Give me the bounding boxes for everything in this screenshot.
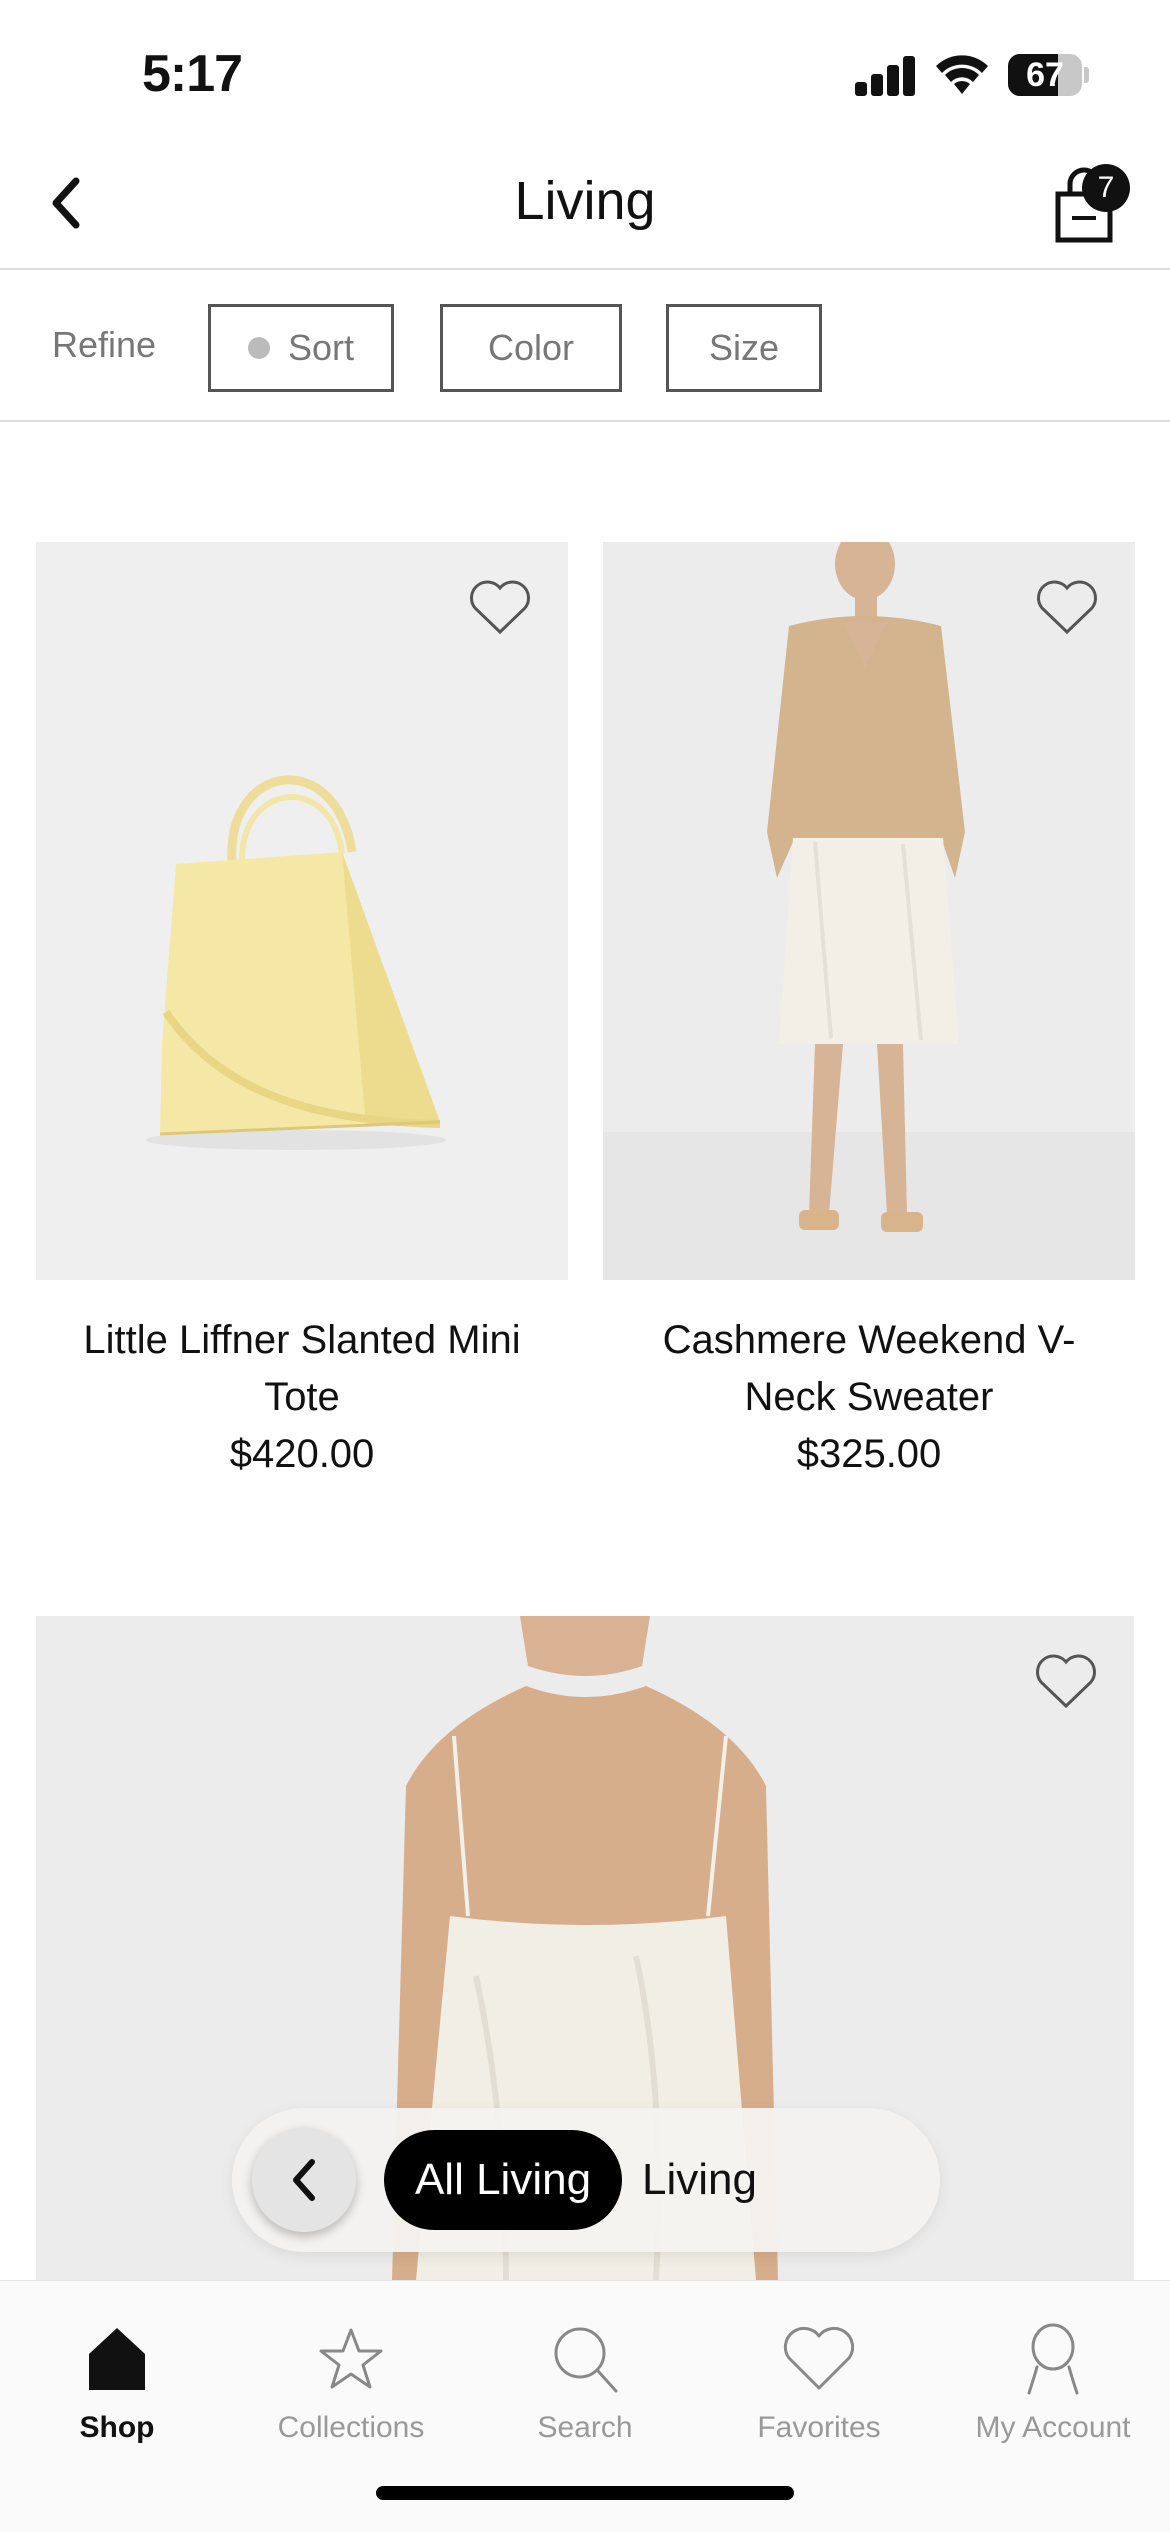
refine-bar: Refine Sort Color Size bbox=[0, 272, 1170, 422]
tab-search[interactable]: Search bbox=[468, 2301, 702, 2451]
tab-label: Shop bbox=[79, 2411, 155, 2444]
tab-my-account[interactable]: My Account bbox=[936, 2301, 1170, 2451]
chip-all-living[interactable]: All Living bbox=[384, 2130, 622, 2230]
product-name[interactable]: Little Liffner Slanted Mini Tote bbox=[36, 1312, 568, 1426]
chip-living[interactable]: Living bbox=[642, 2130, 812, 2230]
heart-outline-icon bbox=[470, 580, 530, 635]
status-time: 5:17 bbox=[142, 45, 243, 103]
cart-count-badge: 7 bbox=[1082, 164, 1130, 212]
battery-percent: 67 bbox=[1026, 56, 1064, 94]
chip-back-button[interactable] bbox=[252, 2128, 356, 2232]
tab-shop[interactable]: Shop bbox=[0, 2301, 234, 2451]
product-price: $420.00 bbox=[229, 1432, 375, 1476]
product-card[interactable]: Little Liffner Slanted Mini Tote $420.00 bbox=[36, 542, 568, 1482]
tab-label: Search bbox=[537, 2411, 633, 2444]
product-card[interactable]: Cashmere Weekend V- Neck Sweater $325.00 bbox=[603, 542, 1135, 1482]
category-chip-bar: All Living Living bbox=[232, 2108, 940, 2252]
sort-button[interactable]: Sort bbox=[208, 304, 394, 392]
size-filter-label: Size bbox=[708, 327, 780, 368]
favorite-button[interactable] bbox=[1035, 578, 1099, 636]
chevron-left-icon bbox=[293, 2159, 315, 2201]
product-name-line2: Tote bbox=[264, 1375, 340, 1419]
favorite-button[interactable] bbox=[1034, 1652, 1098, 1710]
wifi-icon bbox=[936, 55, 988, 94]
favorite-button[interactable] bbox=[468, 578, 532, 636]
nav-header: Living 7 bbox=[0, 140, 1170, 270]
product-name-line2: Neck Sweater bbox=[744, 1375, 994, 1419]
home-icon bbox=[89, 2328, 145, 2390]
sort-label: Sort bbox=[287, 327, 355, 368]
tab-favorites[interactable]: Favorites bbox=[702, 2301, 936, 2451]
heart-icon bbox=[783, 2326, 855, 2390]
status-bar: 5:17 67 bbox=[0, 0, 1170, 140]
product-price: $325.00 bbox=[796, 1432, 942, 1476]
heart-outline-icon bbox=[1037, 580, 1097, 635]
tab-label: My Account bbox=[975, 2411, 1131, 2444]
screen: 5:17 67 Living 7 Refine Sort Color Size … bbox=[0, 0, 1170, 2532]
heart-outline-icon bbox=[1036, 1654, 1096, 1709]
person-icon bbox=[1027, 2323, 1079, 2395]
tab-label: Favorites bbox=[757, 2411, 881, 2444]
product-image[interactable] bbox=[36, 542, 568, 1280]
size-filter-button[interactable]: Size bbox=[666, 304, 822, 392]
color-filter-button[interactable]: Color bbox=[440, 304, 622, 392]
tote-bag-image bbox=[36, 542, 568, 1280]
search-icon bbox=[554, 2327, 618, 2393]
product-name-line1: Little Liffner Slanted Mini bbox=[83, 1318, 521, 1362]
tab-collections[interactable]: Collections bbox=[234, 2301, 468, 2451]
product-name-line1: Cashmere Weekend V- bbox=[662, 1318, 1076, 1362]
refine-label: Refine bbox=[52, 324, 157, 365]
home-indicator bbox=[376, 2486, 794, 2500]
product-name[interactable]: Cashmere Weekend V- Neck Sweater bbox=[603, 1312, 1135, 1426]
sort-indicator-dot bbox=[247, 337, 270, 359]
star-icon bbox=[319, 2328, 383, 2389]
page-title: Living bbox=[514, 171, 656, 231]
product-image[interactable] bbox=[603, 542, 1135, 1280]
sweater-model-image bbox=[603, 542, 1135, 1280]
shopping-bag-button[interactable]: 7 bbox=[1050, 160, 1130, 250]
cellular-signal-icon bbox=[855, 56, 917, 96]
battery-icon: 67 bbox=[1008, 54, 1089, 96]
tab-label: Collections bbox=[277, 2411, 425, 2444]
color-filter-label: Color bbox=[487, 327, 575, 368]
